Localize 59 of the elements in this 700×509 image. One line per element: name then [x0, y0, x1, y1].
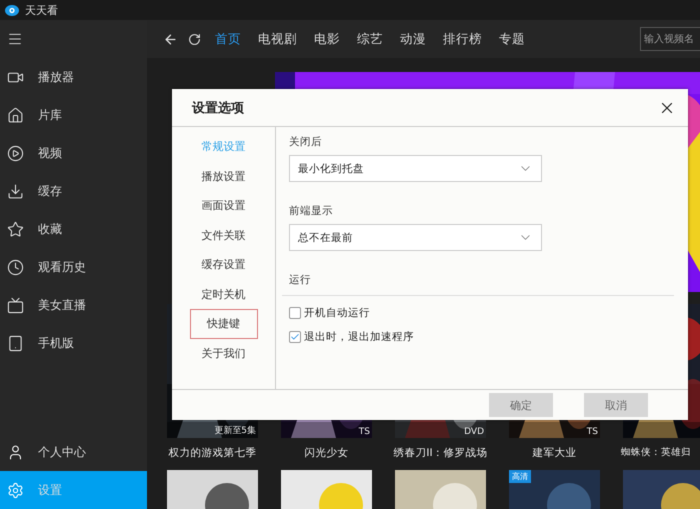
sidebar-item[interactable]: 收藏 — [0, 210, 147, 248]
nav-tab[interactable]: 电影 — [314, 30, 340, 48]
sidebar-item[interactable]: 美女直播 — [0, 286, 147, 324]
eye-logo-icon — [5, 4, 19, 16]
nav-tab[interactable]: 首页 — [215, 30, 241, 48]
poster-tag: TS — [358, 427, 370, 437]
quality-badge: 高清 — [509, 470, 531, 483]
dialog-title: 设置选项 — [192, 100, 244, 116]
app-title: 天天看 — [25, 2, 58, 18]
ok-button[interactable]: 确定 — [489, 393, 553, 417]
tv-icon — [7, 296, 24, 314]
nav-tab[interactable]: 综艺 — [357, 30, 383, 48]
section-heading: 运行 — [282, 273, 674, 296]
menu-icon[interactable] — [7, 31, 23, 47]
settings-icon — [7, 482, 24, 498]
sidebar-item[interactable]: 播放器 — [0, 58, 147, 96]
clock-icon — [7, 258, 24, 276]
settings-nav-item[interactable]: 缓存设置 — [190, 250, 258, 280]
nav-tab[interactable]: 电视剧 — [258, 30, 297, 48]
home-icon — [7, 106, 24, 124]
search-field[interactable]: 输入视频名 — [640, 27, 700, 51]
settings-nav-item[interactable]: 定时关机 — [190, 280, 258, 309]
sidebar-item[interactable]: 观看历史 — [0, 248, 147, 286]
sidebar-item[interactable]: 视频 — [0, 134, 147, 172]
checkbox[interactable] — [289, 307, 301, 319]
poster-title[interactable]: 权力的游戏第七季 — [168, 446, 256, 460]
back-icon[interactable] — [163, 32, 178, 46]
tablet-icon — [7, 334, 24, 352]
poster-title[interactable]: 绣春刀II：修罗战场 — [393, 446, 488, 460]
sidebar-item[interactable]: 手机版 — [0, 324, 147, 362]
settings-nav-item[interactable]: 画面设置 — [190, 191, 258, 220]
cancel-button[interactable]: 取消 — [584, 393, 648, 417]
play-circle-icon — [7, 144, 24, 162]
star-icon — [7, 220, 24, 238]
sidebar-item[interactable]: 个人中心 — [0, 433, 147, 471]
settings-nav-item[interactable]: 关于我们 — [190, 338, 258, 368]
nav-tab[interactable]: 专题 — [499, 30, 525, 48]
refresh-icon[interactable] — [188, 32, 201, 46]
settings-nav-item[interactable]: 文件关联 — [190, 220, 258, 250]
field-label: 关闭后 — [289, 135, 323, 149]
poster-tag: DVD — [464, 427, 484, 437]
dropdown[interactable]: 最小化到托盘 — [289, 155, 542, 182]
nav-tab[interactable]: 动漫 — [400, 30, 426, 48]
dropdown[interactable]: 总不在最前 — [289, 224, 542, 251]
settings-nav-item[interactable]: 快捷键 — [190, 309, 258, 338]
nav-tab[interactable]: 排行榜 — [443, 30, 482, 48]
checkbox-label: 退出时，退出加速程序 — [304, 330, 414, 344]
user-icon — [7, 444, 24, 460]
field-label: 前端显示 — [289, 204, 334, 218]
poster-title[interactable]: 蜘蛛侠：英雄归 — [621, 446, 691, 459]
poster-title[interactable]: 闪光少女 — [304, 446, 348, 460]
settings-nav-item[interactable]: 播放设置 — [190, 162, 258, 191]
sidebar-item[interactable]: 片库 — [0, 96, 147, 134]
checkbox[interactable] — [289, 331, 301, 343]
poster-tag: TS — [586, 427, 598, 437]
poster-title[interactable]: 建军大业 — [532, 446, 576, 460]
checkbox-label: 开机自动运行 — [304, 306, 370, 320]
download-icon — [7, 182, 24, 200]
sidebar-item[interactable]: 缓存 — [0, 172, 147, 210]
